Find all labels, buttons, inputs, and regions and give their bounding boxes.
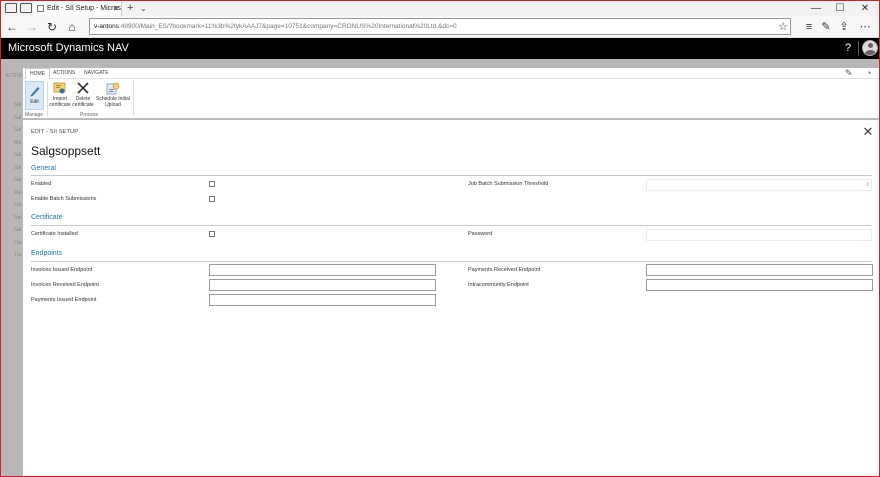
hub-icon[interactable]: ≡ — [801, 18, 817, 36]
ribbon-group-divider — [133, 81, 134, 116]
section-divider — [31, 175, 872, 176]
ribbon-group-divider — [47, 81, 48, 116]
background-side-item: Sal — [14, 227, 22, 233]
password-field[interactable] — [646, 229, 872, 241]
more-menu-icon[interactable]: ⋯ — [857, 18, 873, 36]
delete-label-line2: certificate — [72, 101, 94, 108]
import-certificate-button[interactable]: Import certificate — [49, 81, 71, 108]
background-side-item: Cor — [14, 239, 23, 246]
tab-actions[interactable]: ACTIONS — [49, 68, 79, 79]
certificate-installed-checkbox[interactable] — [209, 231, 215, 237]
section-general[interactable]: General — [31, 165, 56, 172]
ribbon-group-process: Process — [80, 112, 99, 118]
forward-button[interactable]: → — [23, 18, 41, 36]
delete-certificate-button[interactable]: Delete certificate — [72, 81, 94, 108]
enable-batch-label: Enable Batch Submissions — [31, 196, 97, 202]
tab-close-button[interactable]: ✕ — [113, 1, 120, 16]
tab-manager-icon[interactable] — [5, 3, 17, 13]
payments-received-label: Payments Received Endpoint — [468, 267, 541, 273]
job-batch-threshold-label: Job Batch Submission Threshold — [468, 181, 549, 187]
section-certificate[interactable]: Certificate — [31, 214, 63, 221]
ribbon-group-manage: Manage — [25, 112, 44, 118]
schedule-initial-upload-button[interactable]: Schedule Initial Upload — [95, 81, 131, 108]
ribbon: Edit Import certificate Delete certifica… — [23, 79, 879, 119]
tab-preview-chevron-icon[interactable]: ⌄ — [140, 1, 147, 16]
intracommunity-input[interactable] — [646, 279, 873, 291]
edit-list-icon[interactable]: ✎ — [845, 68, 853, 79]
password-label: Password — [468, 231, 493, 237]
home-button[interactable]: ⌂ — [63, 18, 81, 36]
enable-batch-checkbox[interactable] — [209, 196, 215, 202]
new-tab-button[interactable]: + — [127, 1, 133, 15]
background-side-item: Cor — [14, 202, 23, 208]
invoices-received-label: Invoices Received Endpoint — [31, 282, 99, 288]
schedule-upload-icon — [106, 81, 120, 95]
delete-x-icon — [76, 81, 90, 95]
app-header: Microsoft Dynamics NAV ? — [1, 38, 879, 59]
page-title: Salgsoppsett — [31, 144, 101, 158]
back-button[interactable]: ← — [3, 18, 21, 36]
import-certificate-icon — [53, 81, 67, 95]
set-aside-tabs-icon[interactable] — [20, 3, 32, 13]
edit-button-label: Edit — [30, 99, 39, 105]
web-note-icon[interactable]: ✎ — [818, 18, 834, 36]
header-divider — [858, 41, 859, 56]
app-title: Microsoft Dynamics NAV — [8, 42, 129, 54]
ribbon-tab-bar: HOME ACTIONS NAVIGATE ✎ ◔ — [23, 68, 879, 81]
close-card-button[interactable]: ✕ — [861, 125, 875, 139]
enabled-label: Enabled — [31, 181, 52, 187]
background-side-item: Sal — [14, 164, 22, 171]
import-label-line2: certificate — [49, 101, 71, 108]
nav-favicon-icon — [37, 5, 44, 12]
invoices-received-input[interactable] — [209, 279, 436, 291]
payments-issued-label: Payments Issued Endpoint — [31, 297, 97, 303]
breadcrumb: EDIT - SII SETUP — [31, 129, 79, 135]
notifications-icon[interactable]: ◔ — [866, 68, 871, 79]
invoices-issued-input[interactable] — [209, 264, 436, 276]
address-bar[interactable]: v-antons:48900/Main_ES/?bookmark=11%3b%2… — [89, 18, 791, 35]
background-side-item: Sal — [14, 177, 22, 183]
edit-button[interactable]: Edit — [25, 81, 44, 110]
refresh-button[interactable]: ↻ — [43, 18, 61, 36]
browser-window: Edit - SII Setup - Micros ✕ + ⌄ — ☐ ✕ ← … — [0, 0, 880, 477]
background-side-item: Tra — [14, 252, 22, 258]
browser-tabstrip: Edit - SII Setup - Micros ✕ + ⌄ — ☐ ✕ — [1, 1, 879, 16]
background-side-item: Ret — [14, 189, 22, 196]
background-side-item: Blo — [14, 139, 22, 146]
certificate-installed-label: Certificate Installed — [31, 231, 78, 237]
maximize-button[interactable]: ☐ — [831, 1, 849, 16]
job-batch-threshold-field[interactable]: 0 — [646, 179, 872, 191]
payments-issued-input[interactable] — [209, 294, 436, 306]
minimize-button[interactable]: — — [807, 1, 825, 16]
browser-navbar: ← → ↻ ⌂ v-antons:48900/Main_ES/?bookmark… — [1, 16, 879, 38]
window-close-button[interactable]: ✕ — [856, 1, 874, 16]
background-side-item: Ret — [14, 214, 22, 221]
payments-received-input[interactable] — [646, 264, 873, 276]
enabled-checkbox[interactable] — [209, 181, 215, 187]
tab-title: Edit - SII Setup - Micros — [47, 5, 121, 12]
help-button[interactable]: ? — [841, 38, 855, 59]
user-avatar[interactable] — [862, 40, 878, 56]
schedule-label-line2: Upload — [105, 101, 121, 108]
background-side-item: Sal — [14, 152, 22, 158]
background-side-item: Sal — [14, 127, 22, 133]
tab-navigate[interactable]: NAVIGATE — [80, 68, 113, 79]
intracommunity-label: Intracommunity Endpoint — [468, 282, 529, 288]
browser-tab-active[interactable]: Edit - SII Setup - Micros — [34, 1, 122, 16]
share-icon[interactable]: ⇪ — [836, 18, 852, 36]
address-host: v-antons — [94, 23, 119, 30]
pencil-icon — [28, 84, 42, 98]
background-sidebar: Sal Sal Sal Blo Sal Sal Sal Ret Cor Ret … — [1, 99, 23, 262]
background-side-item: Sal — [14, 114, 22, 121]
section-divider — [31, 225, 872, 226]
section-divider — [31, 261, 872, 262]
invoices-issued-label: Invoices Issued Endpoint — [31, 267, 93, 273]
favorite-star-icon[interactable]: ☆ — [775, 18, 791, 36]
address-path: :48900/Main_ES/?bookmark=11%3b%2fykAAAJ7… — [118, 23, 457, 30]
background-side-item: Sal — [14, 102, 22, 108]
sii-setup-card: EDIT - SII SETUP ✕ Salgsoppsett General … — [23, 120, 879, 476]
job-batch-threshold-value: 0 — [866, 182, 869, 188]
section-endpoints[interactable]: Endpoints — [31, 250, 62, 257]
